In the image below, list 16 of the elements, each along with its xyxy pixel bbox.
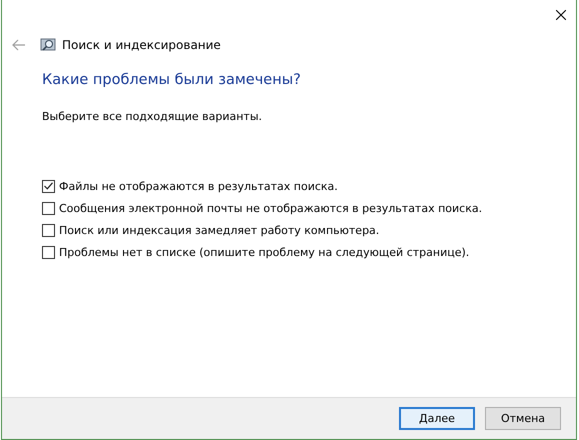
checkbox-label[interactable]: Поиск или индексация замедляет работу компьютера. (59, 224, 380, 236)
checkbox-label[interactable]: Проблемы нет в списке (опишите проблему на следующей странице). (59, 246, 470, 258)
checkbox[interactable] (42, 224, 55, 236)
window-title: Поиск и индексирование (62, 38, 221, 52)
instruction-text: Выберите все подходящие варианты. (42, 110, 264, 123)
search-icon (40, 37, 56, 53)
cancel-button[interactable]: Отмена (485, 407, 561, 430)
checkbox[interactable] (42, 180, 55, 192)
next-button[interactable]: Далее (399, 407, 475, 430)
close-icon[interactable] (556, 10, 566, 20)
checkbox-label[interactable]: Сообщения электронной почты не отображаются в результатах поиска. (59, 202, 482, 214)
checkbox-label[interactable]: Файлы не отображаются в результатах поиска. (59, 180, 338, 192)
checkbox[interactable] (42, 202, 55, 214)
checkbox[interactable] (42, 246, 55, 258)
page-heading: Какие проблемы были замечены? (42, 72, 302, 88)
back-arrow-icon[interactable] (12, 39, 26, 51)
